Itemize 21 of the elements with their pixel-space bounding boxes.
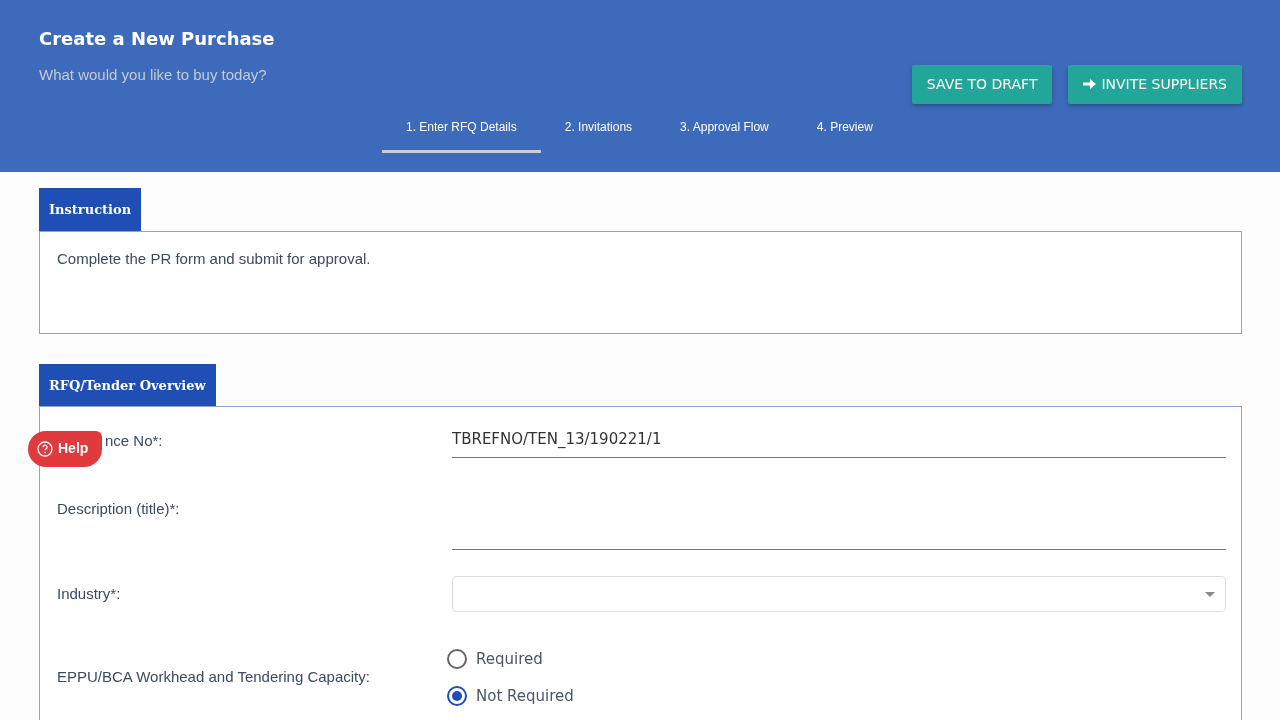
instruction-text: Complete the PR form and submit for approval. — [57, 248, 371, 269]
step-tab[interactable]: 4. Preview — [792, 108, 897, 153]
help-button[interactable]: Help — [28, 431, 103, 467]
step-tab[interactable]: 1. Enter RFQ Details — [382, 108, 541, 153]
text-field[interactable]: TBREFNO/TEN_13/190221/1 — [452, 424, 1226, 458]
page-title: Create a New Purchase — [39, 28, 276, 50]
step-tab[interactable]: 3. Approval Flow — [656, 108, 793, 153]
select-field[interactable] — [452, 576, 1226, 612]
action-button[interactable]: INVITE SUPPLIERS — [1068, 65, 1242, 104]
radio-option[interactable]: Not Required — [447, 684, 1226, 707]
field-label: nce No*: — [105, 430, 163, 451]
radio-option[interactable]: Required — [447, 648, 1226, 671]
step-tab[interactable]: 2. Invitations — [540, 108, 657, 153]
page-subtitle: What would you like to buy today? — [39, 64, 267, 85]
field-label: Industry*: — [57, 583, 121, 604]
caret-down-icon — [1205, 592, 1215, 597]
arrow-right-icon — [1083, 78, 1097, 90]
question-circle-icon — [37, 440, 53, 457]
action-button[interactable]: SAVE TO DRAFT — [911, 65, 1053, 104]
field-label: EPPU/BCA Workhead and Tendering Capacity: — [57, 667, 370, 688]
field-label: Description (title)*: — [57, 499, 180, 520]
